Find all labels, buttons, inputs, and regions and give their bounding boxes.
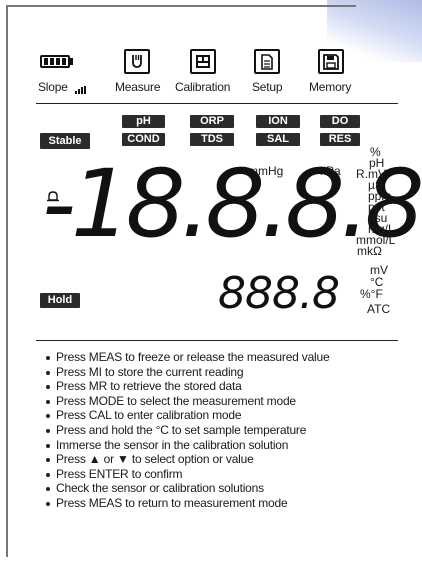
calibration-button[interactable]	[190, 49, 216, 74]
slope-label: Slope	[38, 80, 68, 94]
measure-label: Measure	[115, 80, 161, 94]
instruction-item: Press ▲ or ▼ to select option or value	[46, 452, 329, 467]
instruction-item: Press MR to retrieve the stored data	[46, 379, 329, 394]
stable-indicator: Stable	[40, 133, 90, 149]
tag-ion: ION	[256, 115, 300, 128]
memory-button[interactable]	[318, 49, 344, 74]
secondary-readout: 888.8	[218, 268, 340, 319]
document-icon	[261, 53, 273, 70]
instruction-item: Press and hold the °C to set sample temp…	[46, 423, 329, 438]
battery-icon	[40, 55, 70, 68]
unit-fahrenheit: %°F	[360, 287, 383, 301]
tag-cond: COND	[122, 133, 165, 146]
calibration-label: Calibration	[175, 80, 231, 94]
calibration-icon	[196, 55, 210, 68]
probe-icon	[132, 55, 142, 68]
frame-top-border	[6, 5, 356, 7]
setup-button[interactable]	[254, 49, 280, 74]
instruction-item: Press MEAS to return to measurement mode	[46, 496, 329, 511]
instruction-item: Immerse the sensor in the calibration so…	[46, 438, 329, 453]
divider-bottom	[36, 340, 398, 341]
instruction-item: Press MEAS to freeze or release the meas…	[46, 350, 330, 365]
instruction-item: Press ENTER to confirm	[46, 467, 329, 482]
tag-orp: ORP	[190, 115, 234, 128]
instruction-list: Press MEAS to freeze or release the meas…	[46, 350, 330, 511]
tag-res: RES	[320, 133, 360, 146]
battery-tip	[70, 58, 73, 65]
hold-indicator: Hold	[40, 293, 80, 308]
unit-mkohm: mkΩ	[357, 244, 382, 258]
measure-button[interactable]	[124, 49, 150, 74]
slope-bars-icon	[75, 86, 86, 94]
tag-sal: SAL	[256, 133, 300, 146]
instruction-item: Check the sensor or calibration solution…	[46, 481, 329, 496]
save-icon	[323, 53, 339, 70]
instruction-item: Press MODE to select the measurement mod…	[46, 394, 329, 409]
setup-label: Setup	[252, 80, 283, 94]
frame-left-border	[6, 5, 8, 557]
tag-do: DO	[320, 115, 360, 128]
unit-atc: ATC	[367, 302, 391, 316]
memory-label: Memory	[309, 80, 352, 94]
divider-top	[36, 103, 398, 104]
tag-ph: pH	[122, 115, 165, 128]
instruction-item: Press CAL to enter calibration mode	[46, 408, 329, 423]
instruction-item: Press MI to store the current reading	[46, 365, 329, 380]
tag-tds: TDS	[190, 133, 234, 146]
